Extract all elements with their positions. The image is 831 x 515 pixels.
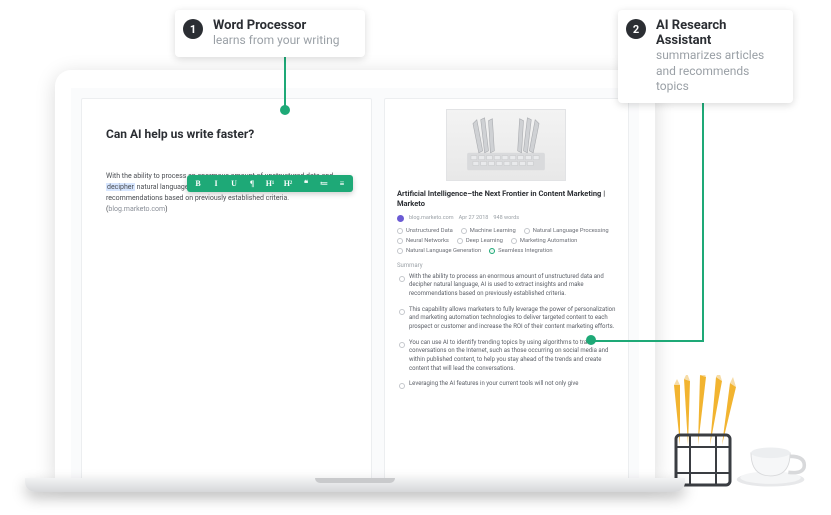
tag-ring-icon xyxy=(489,248,495,254)
topic-tag[interactable]: Natural Language Processing xyxy=(524,228,609,234)
tag-ring-icon xyxy=(397,228,403,234)
topic-tag[interactable]: Seamless Integration xyxy=(489,248,552,254)
summary-bullet: With the ability to process an enormous … xyxy=(399,273,616,299)
tag-ring-icon xyxy=(511,238,517,244)
summary-bullet: Leveraging the AI features in your curre… xyxy=(399,380,616,389)
connector-line xyxy=(702,68,704,340)
callout-title: AI Research Assistant xyxy=(656,18,779,48)
laptop-screen: Can AI help us write faster? B I U ¶ H¹ … xyxy=(55,70,655,480)
summary-heading: Summary xyxy=(397,262,616,269)
tag-label: Unstructured Data xyxy=(406,228,453,234)
citation-source[interactable]: blog.marketo.com xyxy=(108,205,165,213)
connector-dot xyxy=(280,105,290,115)
underline-button[interactable]: U xyxy=(229,179,239,188)
tag-ring-icon xyxy=(461,228,467,234)
callout-subtitle: summarizes articles and recommends topic… xyxy=(656,48,779,95)
align-button[interactable]: ≡ xyxy=(337,179,347,188)
connector-dot xyxy=(586,335,596,345)
summary-bullet: This capability allows marketers to full… xyxy=(399,306,616,332)
favicon-icon xyxy=(397,215,404,222)
document-title[interactable]: Can AI help us write faster? xyxy=(106,127,347,141)
callout-word-processor: 1 Word Processor learns from your writin… xyxy=(175,10,365,57)
formatting-toolbar[interactable]: B I U ¶ H¹ H² ❝ ≔ ≡ xyxy=(187,175,353,192)
paragraph-text: ) xyxy=(165,205,167,213)
tag-ring-icon xyxy=(397,238,403,244)
tag-ring-icon xyxy=(524,228,530,234)
tag-ring-icon xyxy=(397,248,403,254)
app-viewport: Can AI help us write faster? B I U ¶ H¹ … xyxy=(71,88,639,480)
article-date: Apr 27 2018 xyxy=(459,215,489,221)
tag-label: Natural Language Processing xyxy=(533,228,609,234)
tag-label: Marketing Automation xyxy=(520,238,577,244)
heading1-button[interactable]: H¹ xyxy=(265,179,275,188)
quote-button[interactable]: ❝ xyxy=(301,179,311,188)
italic-button[interactable]: I xyxy=(211,179,221,188)
editor-pane[interactable]: Can AI help us write faster? B I U ¶ H¹ … xyxy=(81,98,372,480)
summary-list: With the ability to process an enormous … xyxy=(397,273,616,390)
article-meta: blog.marketo.com Apr 27 2018 948 words xyxy=(397,215,616,222)
article-thumbnail[interactable] xyxy=(446,109,566,181)
callout-subtitle: learns from your writing xyxy=(213,33,339,49)
tag-label: Natural Language Generation xyxy=(406,248,481,254)
heading2-button[interactable]: H² xyxy=(283,179,293,188)
paragraph-button[interactable]: ¶ xyxy=(247,179,257,188)
robot-hands-keyboard-icon xyxy=(447,110,565,180)
tag-label: Seamless Integration xyxy=(498,248,552,254)
connector-line xyxy=(592,340,704,342)
topic-tag[interactable]: Marketing Automation xyxy=(511,238,577,244)
tag-label: Deep Learning xyxy=(466,238,503,244)
callout-number-1: 1 xyxy=(183,19,203,39)
highlighted-word[interactable]: decipher xyxy=(106,183,135,191)
callout-ai-research-assistant: 2 AI Research Assistant summarizes artic… xyxy=(618,10,793,103)
laptop-mockup: Can AI help us write faster? B I U ¶ H¹ … xyxy=(55,70,655,480)
tag-label: Neural Networks xyxy=(406,238,449,244)
topic-tag[interactable]: Neural Networks xyxy=(397,238,449,244)
callout-number-2: 2 xyxy=(626,19,646,39)
tag-ring-icon xyxy=(457,238,463,244)
callout-title: Word Processor xyxy=(213,18,339,33)
topic-tags: Unstructured Data Machine Learning Natural… xyxy=(397,228,616,254)
article-wordcount: 948 words xyxy=(493,215,519,221)
laptop-base xyxy=(25,478,685,492)
article-title[interactable]: Artificial Intelligence–the Next Frontie… xyxy=(397,189,616,209)
tag-label: Machine Learning xyxy=(470,228,516,234)
article-source[interactable]: blog.marketo.com xyxy=(409,215,454,221)
topic-tag[interactable]: Unstructured Data xyxy=(397,228,453,234)
summary-bullet: You can use AI to identify trending topi… xyxy=(399,339,616,374)
research-assistant-pane[interactable]: Artificial Intelligence–the Next Frontie… xyxy=(384,98,629,480)
connector-line xyxy=(284,55,286,107)
teacup-decoration xyxy=(735,435,815,492)
list-button[interactable]: ≔ xyxy=(319,179,329,188)
topic-tag[interactable]: Natural Language Generation xyxy=(397,248,481,254)
bold-button[interactable]: B xyxy=(193,179,203,188)
topic-tag[interactable]: Machine Learning xyxy=(461,228,516,234)
topic-tag[interactable]: Deep Learning xyxy=(457,238,503,244)
